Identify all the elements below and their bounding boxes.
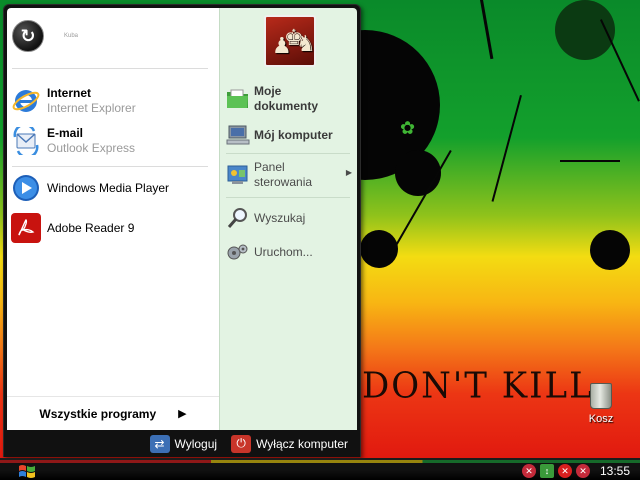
right-item-search[interactable]: Wyszukaj <box>226 206 356 230</box>
right-item-label: Mój komputer <box>254 127 333 142</box>
internet-explorer-icon <box>11 86 41 116</box>
right-item-label: Panel sterowania <box>254 160 313 189</box>
separator <box>226 197 350 198</box>
recycle-bin-icon <box>590 383 612 409</box>
arrow-right-icon: ▶ <box>345 168 352 177</box>
my-documents-icon <box>226 87 250 111</box>
search-icon <box>226 206 250 230</box>
right-item-label: Uruchom... <box>254 244 313 259</box>
wallpaper-line <box>560 160 620 162</box>
network-icon[interactable]: ↕ <box>539 464 554 478</box>
right-item-label: Moje dokumenty <box>254 84 319 113</box>
power-icon: ⏻ <box>231 434 252 453</box>
my-computer-icon <box>226 123 250 147</box>
right-item-my-documents[interactable]: Moje dokumenty <box>226 84 356 114</box>
pinned-item-email[interactable]: E-mail Outlook Express <box>11 124 211 158</box>
security-shield-icon[interactable]: ✕ <box>575 464 590 478</box>
all-programs-label: Wszystkie programy <box>39 406 157 421</box>
wallpaper-line <box>600 19 640 102</box>
all-programs-button[interactable]: Wszystkie programy ▶ <box>7 396 219 430</box>
security-shield-icon[interactable]: ✕ <box>521 464 536 478</box>
windows-logo-icon <box>19 464 35 478</box>
cannabis-leaf-icon: ✿ <box>400 118 416 138</box>
taskbar: ✕ ↕ ✕ ✕ 13:55 <box>0 458 640 480</box>
log-off-button[interactable]: ⇄ Wyloguj <box>149 434 218 453</box>
pinned-item-internet[interactable]: Internet Internet Explorer <box>11 84 211 118</box>
right-item-control-panel[interactable]: Panel sterowania ▶ <box>226 160 356 190</box>
wallpaper-line <box>491 95 522 202</box>
user-picture-chess[interactable]: ♟ ♚ ♞ <box>264 15 316 67</box>
separator <box>12 68 208 69</box>
recent-item-label: Windows Media Player <box>47 181 170 195</box>
pinned-item-title: E-mail <box>47 126 84 140</box>
recent-item-adobe-reader[interactable]: Adobe Reader 9 <box>11 211 211 245</box>
recycle-bin[interactable]: Kosz <box>584 383 618 425</box>
start-button[interactable] <box>16 461 38 480</box>
system-tray: ✕ ↕ ✕ ✕ 13:55 <box>518 460 640 480</box>
log-off-icon: ⇄ <box>149 434 170 453</box>
wallpaper-line <box>480 0 494 60</box>
run-icon <box>226 240 250 264</box>
wallpaper-circle <box>395 150 441 196</box>
pinned-item-title: Internet <box>47 86 92 100</box>
taskbar-clock[interactable]: 13:55 <box>600 464 630 478</box>
recent-item-windows-media-player[interactable]: Windows Media Player <box>11 171 211 205</box>
pinned-item-subtitle: Outlook Express <box>47 141 136 155</box>
right-item-my-computer[interactable]: Mój komputer <box>226 123 356 147</box>
wallpaper-circle <box>590 230 630 270</box>
recent-item-label: Adobe Reader 9 <box>47 221 135 235</box>
right-item-run[interactable]: Uruchom... <box>226 240 356 264</box>
adobe-reader-icon <box>11 213 41 243</box>
shut-down-label: Wyłącz komputer <box>256 436 348 451</box>
start-menu: ↻ Kuba Internet Internet Explorer E-mail… <box>3 4 361 457</box>
control-panel-icon <box>226 163 250 187</box>
arrow-right-icon: ▶ <box>178 408 187 420</box>
pinned-item-subtitle: Internet Explorer <box>47 101 136 115</box>
wallpaper-text: DON'T KILL <box>362 365 594 407</box>
security-alert-icon[interactable]: ✕ <box>557 464 572 478</box>
start-menu-footer: ⇄ Wyloguj ⏻ Wyłącz komputer <box>4 430 360 457</box>
windows-media-player-icon <box>11 173 41 203</box>
log-off-label: Wyloguj <box>174 436 218 451</box>
recycle-bin-label: Kosz <box>588 413 614 425</box>
user-name: Kuba <box>64 33 79 39</box>
user-account-icon[interactable]: ↻ <box>12 20 44 52</box>
outlook-express-icon <box>11 126 41 156</box>
separator <box>12 166 208 167</box>
separator <box>226 153 350 154</box>
right-item-label: Wyszukaj <box>254 210 306 225</box>
shut-down-button[interactable]: ⏻ Wyłącz komputer <box>231 434 348 453</box>
